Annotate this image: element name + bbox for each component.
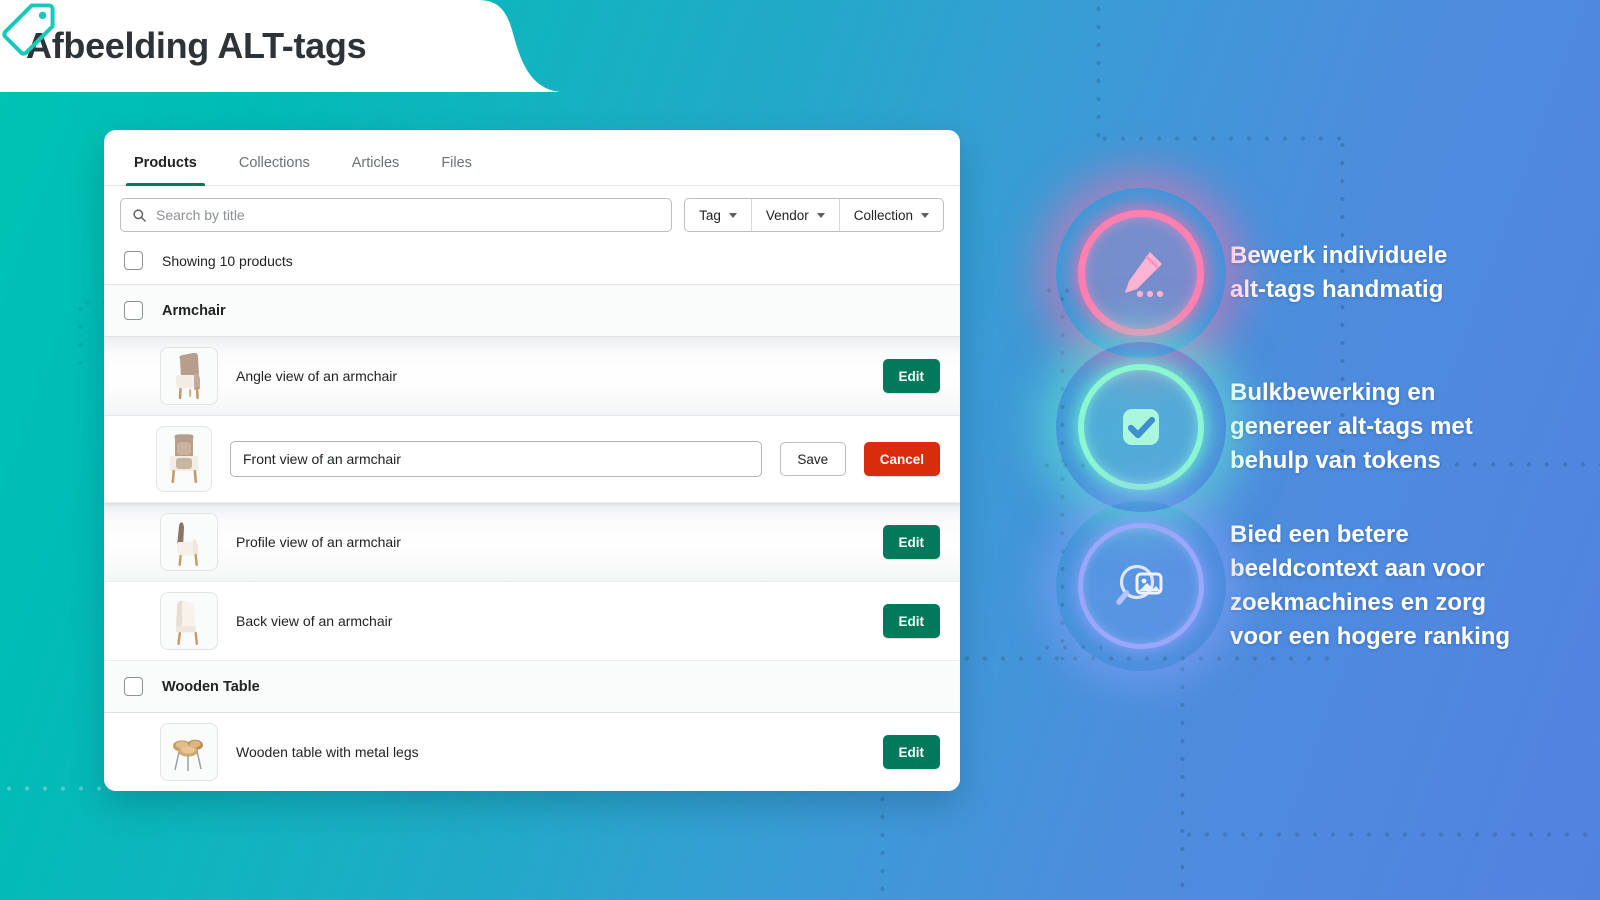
group-header-armchair: Armchair <box>104 285 960 337</box>
image-search-icon <box>1116 565 1163 605</box>
product-thumbnail <box>160 592 218 650</box>
promo-banner: Afbeelding ALT-tags Products Collections… <box>0 0 1600 900</box>
search-icon <box>133 208 146 222</box>
table-row: Profile view of an armchair Edit <box>104 503 960 582</box>
tab-articles[interactable]: Articles <box>334 155 418 186</box>
feature-text-line3: behulp van tokens <box>1230 447 1441 475</box>
cancel-button[interactable]: Cancel <box>863 442 940 476</box>
decorative-dots <box>1180 660 1185 900</box>
page-header: Afbeelding ALT-tags <box>0 0 600 92</box>
product-thumbnail <box>160 513 218 571</box>
tag-icon <box>2 3 55 56</box>
search-field[interactable] <box>120 198 673 232</box>
tab-files[interactable]: Files <box>423 155 490 186</box>
group-checkbox[interactable] <box>124 301 143 320</box>
table-row-editing: Save Cancel <box>104 416 960 503</box>
chevron-down-icon <box>921 212 929 218</box>
edit-button[interactable]: Edit <box>882 735 940 769</box>
decorative-dots <box>1096 136 1346 141</box>
filter-collection-dropdown[interactable]: Collection <box>840 199 943 231</box>
select-all-checkbox[interactable] <box>124 251 143 270</box>
feature-text-line2: genereer alt-tags met <box>1230 412 1473 440</box>
app-window: Products Collections Articles Files Tag … <box>104 130 960 791</box>
feature-text: Bewerk individuele alt-tags handmatig <box>1230 239 1447 307</box>
feature-text-line2: beeldcontext aan voor <box>1230 555 1485 583</box>
alt-text-value: Angle view of an armchair <box>236 368 398 384</box>
decorative-dots <box>1096 0 1101 140</box>
feature-icon-circle <box>1056 501 1226 672</box>
feature-text: Bied een betere beeldcontext aan voor zo… <box>1230 518 1510 654</box>
search-input[interactable] <box>156 207 661 223</box>
feature-item-seo: Bied een betere beeldcontext aan voor zo… <box>1056 501 1578 672</box>
edit-button[interactable]: Edit <box>882 359 940 393</box>
decorative-dots <box>78 300 83 370</box>
alt-text-input[interactable] <box>230 441 762 477</box>
feature-text-line1: Bulkbewerking en <box>1230 378 1436 406</box>
decorative-dots <box>1180 832 1600 837</box>
filter-dropdown-group: Tag Vendor Collection <box>684 198 944 232</box>
filter-collection-label: Collection <box>853 207 913 223</box>
armchair-back-image <box>175 600 199 646</box>
checkbox-check-icon <box>1123 409 1159 445</box>
armchair-profile-image <box>176 522 198 567</box>
feature-icon-circle <box>1056 188 1226 358</box>
product-thumbnail <box>160 723 218 781</box>
feature-list: Bewerk individuele alt-tags handmatig Bu… <box>1056 188 1578 682</box>
wooden-table-image <box>173 739 203 771</box>
filter-vendor-label: Vendor <box>765 207 809 223</box>
group-checkbox[interactable] <box>124 677 143 696</box>
table-row: Angle view of an armchair Edit <box>104 337 960 416</box>
alt-text-value: Wooden table with metal legs <box>236 744 419 760</box>
edit-button[interactable]: Edit <box>882 525 940 559</box>
pencil-dots-icon <box>1125 252 1164 298</box>
group-title: Wooden Table <box>162 678 260 695</box>
feature-item-bulk: Bulkbewerking en genereer alt-tags met b… <box>1056 342 1578 512</box>
tab-bar: Products Collections Articles Files <box>104 130 960 186</box>
tab-collections[interactable]: Collections <box>221 155 328 186</box>
chevron-down-icon <box>816 212 825 218</box>
feature-text-line1: Bewerk individuele <box>1230 241 1448 269</box>
feature-text-line2: alt-tags handmatig <box>1230 276 1444 303</box>
tab-products[interactable]: Products <box>116 155 215 186</box>
alt-text-value: Profile view of an armchair <box>236 534 401 550</box>
filter-tag-dropdown[interactable]: Tag <box>685 199 752 231</box>
alt-text-value: Back view of an armchair <box>236 613 393 629</box>
product-thumbnail <box>156 426 212 492</box>
filter-tag-label: Tag <box>699 207 721 223</box>
armchair-front-image <box>169 434 199 484</box>
chevron-down-icon <box>728 212 737 218</box>
armchair-angle-image <box>175 352 200 400</box>
feature-text-line1: Bied een betere <box>1230 521 1409 548</box>
feature-text-line3: zoekmachines en zorg <box>1230 589 1487 617</box>
group-header-wooden-table: Wooden Table <box>104 661 960 713</box>
filter-bar: Tag Vendor Collection <box>104 186 960 242</box>
group-title: Armchair <box>162 302 226 319</box>
product-count-label: Showing 10 products <box>162 252 293 269</box>
feature-icon-circle <box>1056 342 1226 512</box>
feature-text-line4: voor een hogere ranking <box>1230 623 1511 651</box>
table-row: Wooden table with metal legs Edit <box>104 713 960 791</box>
table-row: Back view of an armchair Edit <box>104 582 960 661</box>
decorative-dots <box>880 790 885 900</box>
edit-button[interactable]: Edit <box>882 604 940 638</box>
feature-item-edit: Bewerk individuele alt-tags handmatig <box>1056 188 1578 358</box>
page-title: Afbeelding ALT-tags <box>26 25 367 66</box>
feature-text: Bulkbewerking en genereer alt-tags met b… <box>1230 376 1473 478</box>
save-button[interactable]: Save <box>779 442 846 476</box>
select-all-row: Showing 10 products <box>104 242 960 285</box>
filter-vendor-dropdown[interactable]: Vendor <box>752 199 840 231</box>
product-thumbnail <box>160 347 218 405</box>
